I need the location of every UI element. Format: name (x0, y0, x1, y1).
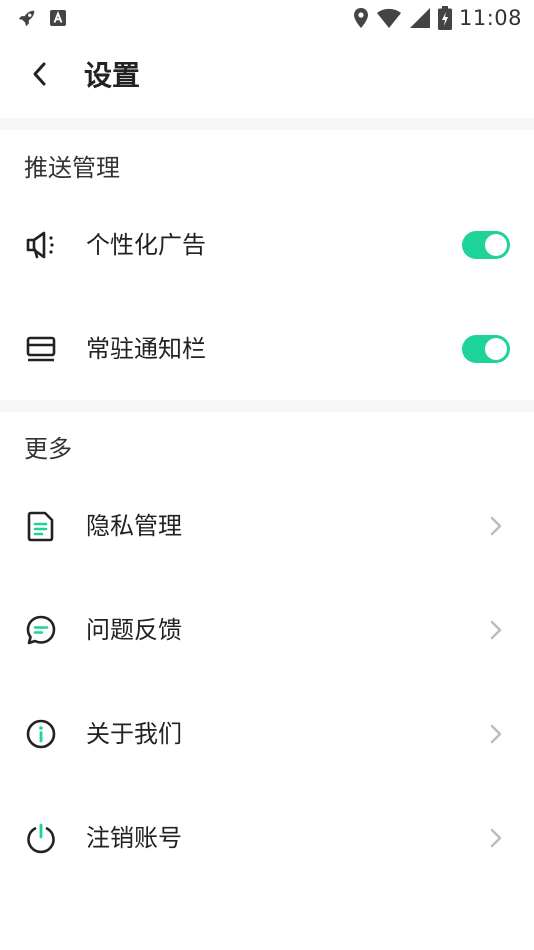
wallet-icon (24, 332, 58, 366)
section-divider (0, 118, 534, 130)
battery-charging-icon (437, 6, 452, 30)
settings-screen: 11:08 设置 推送管理 个性化广告 常驻通知栏 更多 隐私管理 问题反馈 关… (0, 0, 534, 950)
row-label-about-us: 关于我们 (86, 720, 182, 748)
chevron-left-icon (29, 61, 51, 91)
wifi-icon (376, 7, 402, 29)
row-delete-account[interactable]: 注销账号 (0, 786, 534, 890)
power-icon (24, 821, 58, 855)
app-header: 设置 (0, 36, 534, 118)
section-title-push: 推送管理 (24, 154, 120, 182)
info-icon (24, 717, 58, 751)
status-bar: 11:08 (0, 0, 534, 36)
row-label-feedback: 问题反馈 (86, 616, 182, 644)
rocket-icon (16, 7, 38, 29)
chevron-right-icon (486, 826, 506, 850)
location-icon (353, 7, 369, 29)
back-button[interactable] (22, 58, 58, 94)
status-time: 11:08 (458, 6, 522, 30)
row-about-us[interactable]: 关于我们 (0, 682, 534, 786)
chevron-right-icon (486, 514, 506, 538)
section-divider (0, 400, 534, 412)
row-label-personalized-ads: 个性化广告 (86, 231, 206, 259)
row-label-persistent-notification: 常驻通知栏 (86, 335, 206, 363)
toggle-knob (485, 234, 507, 256)
row-privacy-management[interactable]: 隐私管理 (0, 474, 534, 578)
signal-icon (409, 7, 431, 29)
megaphone-icon (24, 228, 58, 262)
a-badge-icon (48, 8, 68, 28)
toggle-personalized-ads[interactable] (462, 231, 510, 259)
row-persistent-notification: 常驻通知栏 (0, 297, 534, 401)
chevron-right-icon (486, 618, 506, 642)
toggle-persistent-notification[interactable] (462, 335, 510, 363)
page-title: 设置 (84, 59, 141, 92)
row-personalized-ads: 个性化广告 (0, 193, 534, 297)
chevron-right-icon (486, 722, 506, 746)
row-label-delete-account: 注销账号 (86, 824, 182, 852)
row-feedback[interactable]: 问题反馈 (0, 578, 534, 682)
toggle-knob (485, 338, 507, 360)
section-title-more: 更多 (24, 435, 72, 463)
document-icon (24, 509, 58, 543)
row-label-privacy-management: 隐私管理 (86, 512, 182, 540)
status-right: 11:08 (353, 6, 522, 30)
chat-bubble-icon (24, 613, 58, 647)
status-left (16, 7, 68, 29)
